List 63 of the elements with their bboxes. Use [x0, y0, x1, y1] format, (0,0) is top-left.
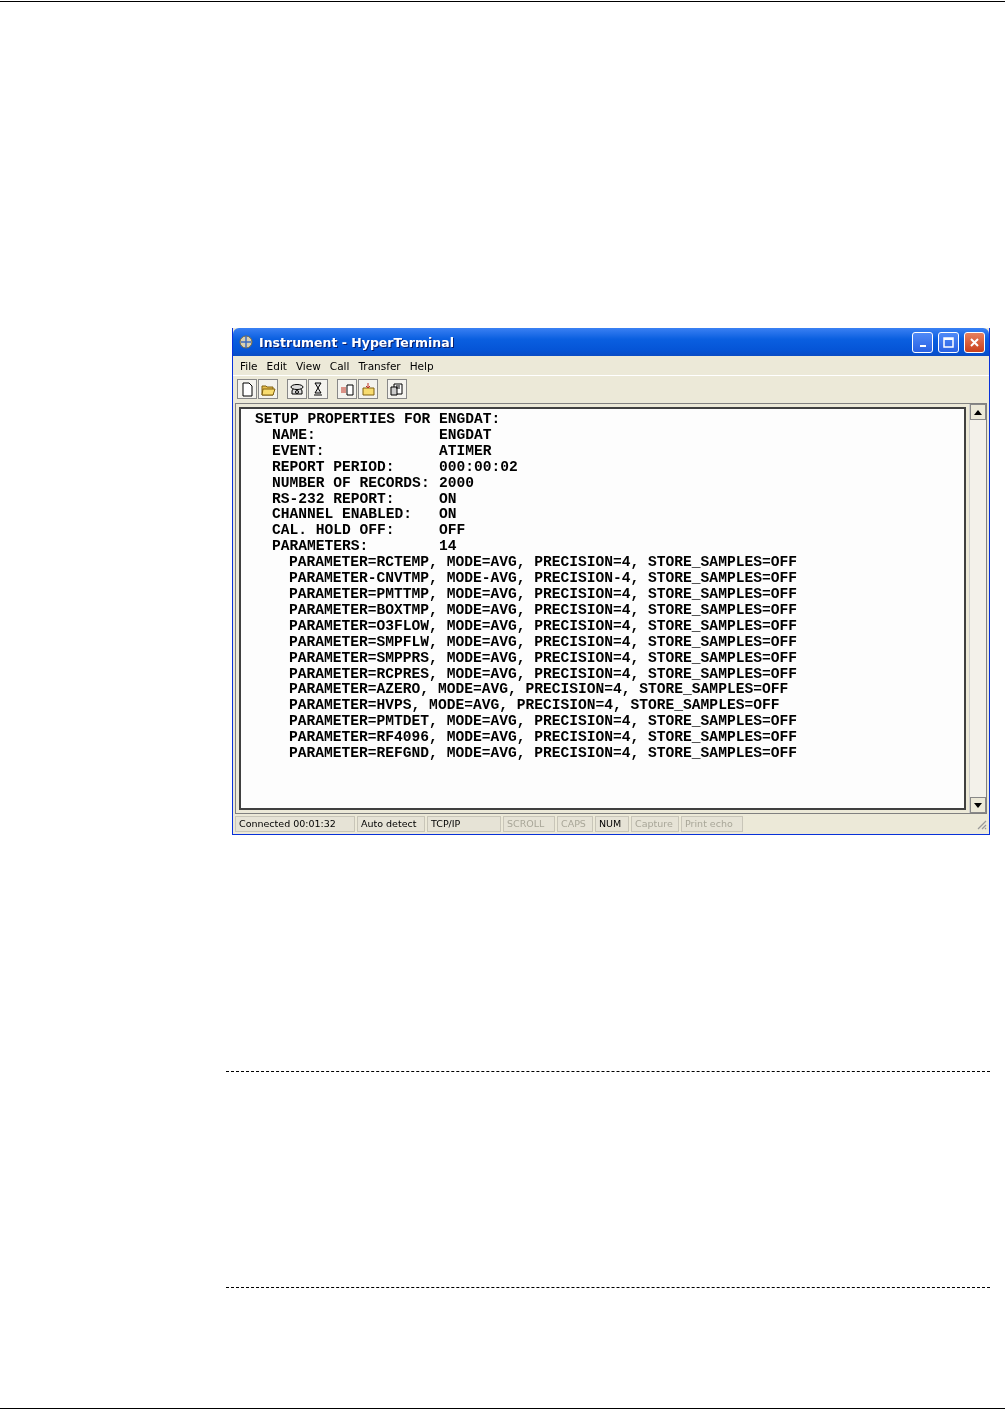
setting-label: CAL. HOLD OFF: [272, 523, 396, 540]
minimize-icon [919, 345, 926, 347]
maximize-icon [943, 336, 954, 348]
terminal-heading: SETUP PROPERTIES FOR ENGDAT: [255, 412, 502, 428]
resize-grip-icon [975, 818, 987, 830]
setting-value: ENGDAT [439, 427, 493, 444]
setting-label: RS-232 REPORT: [272, 491, 396, 508]
minimize-button[interactable] [912, 331, 933, 353]
status-pane: TCP/IP [427, 816, 501, 832]
parameter-line: PARAMETER=PMTTMP, MODE=AVG, PRECISION=4, STORE_SAMPLES=OFF [289, 586, 798, 603]
status-pane: SCROLL [503, 816, 555, 832]
parameter-line: PARAMETER=AZERO, MODE=AVG, PRECISION=4, STORE_SAMPLES=OFF [289, 682, 790, 699]
setting-label: NAME: [272, 427, 317, 444]
setting-label: NUMBER OF RECORDS: [272, 475, 431, 492]
close-button[interactable] [964, 331, 985, 353]
menu-item[interactable]: Call [325, 358, 355, 373]
up-arrow-icon [974, 409, 982, 415]
receive-folder-icon [360, 380, 376, 397]
setting-value: OFF [439, 523, 467, 540]
parameter-line: PARAMETER=PMTDET, MODE=AVG, PRECISION=4, STORE_SAMPLES=OFF [289, 714, 798, 731]
scroll-up-button[interactable] [970, 404, 986, 420]
menu-item[interactable]: Help [405, 358, 439, 373]
setting-label: CHANNEL ENABLED: [272, 507, 414, 524]
setting-value: ON [439, 507, 458, 524]
setting-label: REPORT PERIOD: [272, 459, 396, 476]
parameter-line: PARAMETER=RCPRES, MODE=AVG, PRECISION=4, STORE_SAMPLES=OFF [289, 666, 798, 683]
parameter-line: PARAMETER=HVPS, MODE=AVG, PRECISION=4, STORE_SAMPLES=OFF [289, 698, 781, 715]
parameter-line: PARAMETER=RCTEMP, MODE=AVG, PRECISION=4, STORE_SAMPLES=OFF [289, 555, 798, 572]
setting-value: 2000 [439, 475, 476, 492]
setting-label: PARAMETERS: [272, 539, 370, 556]
app-icon [238, 334, 254, 350]
parameter-line: PARAMETER-CNVTMP, MODE-AVG, PRECISION-4, STORE_SAMPLES=OFF [289, 571, 798, 587]
status-pane: NUM [595, 816, 629, 832]
menu-item[interactable]: View [291, 358, 326, 373]
parameter-line: PARAMETER=RF4096, MODE=AVG, PRECISION=4, STORE_SAMPLES=OFF [289, 730, 798, 747]
parameter-line: PARAMETER=SMPPRS, MODE=AVG, PRECISION=4, STORE_SAMPLES=OFF [289, 650, 798, 667]
maximize-button[interactable] [938, 331, 959, 353]
status-pane: Auto detect [357, 816, 425, 832]
parameter-line: PARAMETER=O3FLOW, MODE=AVG, PRECISION=4, STORE_SAMPLES=OFF [289, 618, 798, 635]
setting-value: ATIMER [439, 443, 493, 460]
new-document-icon [239, 380, 255, 397]
toolbar-button[interactable] [387, 378, 407, 399]
close-icon [969, 336, 980, 348]
parameter-line: PARAMETER=REFGND, MODE=AVG, PRECISION=4, STORE_SAMPLES=OFF [289, 746, 798, 762]
down-arrow-icon [974, 802, 982, 808]
scrollbar[interactable] [969, 404, 986, 813]
status-pane: CAPS [557, 816, 593, 832]
setting-value: ON [439, 491, 458, 508]
status-pane: Connected 00:01:32 [235, 816, 355, 832]
status-pane: Print echo [681, 816, 743, 832]
properties-icon [389, 380, 405, 397]
setting-label: EVENT: [272, 443, 326, 460]
menu-item[interactable]: Edit [262, 358, 292, 373]
status-pane: Capture [631, 816, 679, 832]
setting-value: 14 [439, 539, 458, 556]
menu-item[interactable]: File [236, 358, 263, 373]
setting-value: 000:00:02 [439, 459, 518, 476]
menu-item[interactable]: Transfer [354, 358, 406, 373]
parameter-line: PARAMETER=SMPFLW, MODE=AVG, PRECISION=4, STORE_SAMPLES=OFF [289, 634, 798, 651]
scroll-down-button[interactable] [970, 797, 986, 813]
parameter-line: PARAMETER=BOXTMP, MODE=AVG, PRECISION=4, STORE_SAMPLES=OFF [289, 602, 798, 619]
toolbar-button[interactable] [287, 378, 307, 399]
window-title: Instrument - HyperTerminal [259, 334, 455, 350]
